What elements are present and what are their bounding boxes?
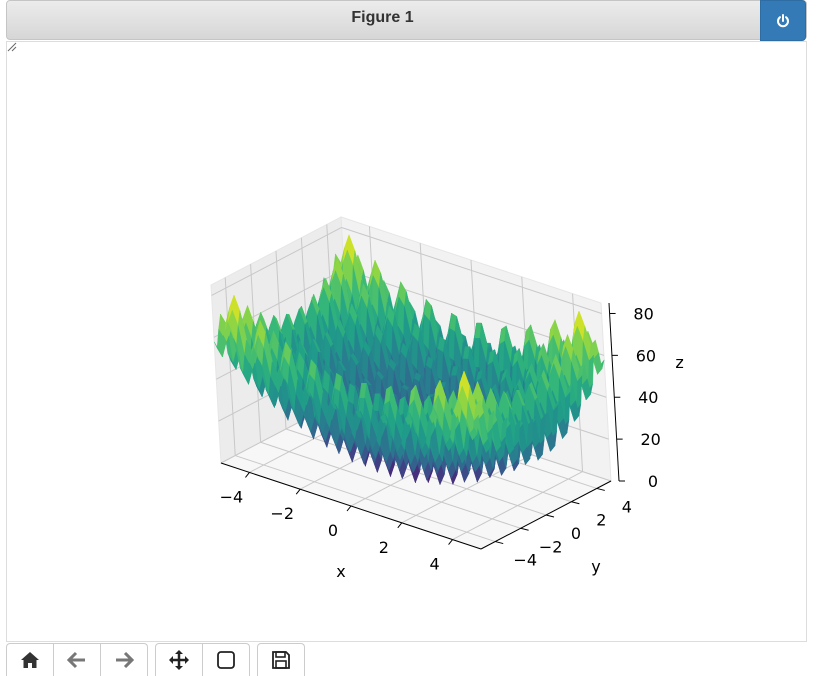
home-icon — [21, 652, 39, 668]
move-icon — [169, 650, 189, 670]
figure-titlebar: Figure 1 — [6, 0, 807, 41]
figure-canvas[interactable]: −4 −4 −2 −2 0 0 2 2 4 4 0 20 40 60 80 x y z — [6, 41, 807, 642]
surface-plot: −4−4−2−20 02244020406080x yz — [210, 216, 684, 581]
x-tick-mark — [245, 472, 250, 478]
save-icon — [272, 651, 290, 669]
file-group — [257, 643, 305, 676]
x-tick-mark — [448, 539, 453, 545]
zoom-rect-icon — [217, 651, 235, 669]
x-tick-label: 0 — [328, 521, 338, 540]
y-tick-mark — [495, 541, 504, 545]
home-button[interactable] — [6, 643, 54, 676]
history-group — [6, 643, 148, 676]
x-tick-mark — [295, 488, 301, 495]
y-tick-label: 2 — [596, 511, 606, 530]
x-tick-mark — [397, 522, 403, 529]
z-tick-label: 0 — [648, 472, 658, 491]
z-tick-label: 80 — [633, 304, 653, 323]
tools-group — [155, 643, 250, 676]
x-tick-mark — [346, 505, 352, 512]
y-tick-mark — [596, 487, 605, 491]
y-axis-label: y — [591, 557, 600, 576]
y-tick-mark — [520, 527, 529, 531]
z-tick-label: 20 — [640, 430, 660, 449]
z-axis-label: z — [675, 353, 683, 372]
power-icon — [777, 13, 789, 27]
x-axis-label: x — [336, 562, 345, 581]
x-tick-label: −4 — [220, 487, 244, 506]
z-tick-label: 60 — [636, 346, 656, 365]
y-tick-label: −2 — [539, 537, 563, 556]
save-button[interactable] — [257, 643, 305, 676]
y-tick-label: −4 — [513, 551, 537, 570]
arrow-right-icon — [116, 651, 134, 669]
arrow-left-icon — [67, 651, 85, 669]
x-tick-label: 2 — [379, 538, 389, 557]
y-tick-mark — [545, 514, 555, 518]
z-tick-label: 40 — [638, 388, 658, 407]
x-tick-label: −2 — [270, 504, 294, 523]
x-tick-label: 4 — [429, 555, 439, 574]
z-axis-line — [608, 302, 620, 482]
y-tick-label: 0 — [571, 524, 581, 543]
forward-button[interactable] — [100, 643, 148, 676]
pan-button[interactable] — [155, 643, 203, 676]
navigation-toolbar — [6, 643, 312, 676]
y-tick-label: 4 — [622, 497, 632, 516]
back-button[interactable] — [53, 643, 101, 676]
y-tick-mark — [571, 501, 580, 505]
zoom-button[interactable] — [202, 643, 250, 676]
figure-title: Figure 1 — [351, 9, 414, 26]
close-figure-button[interactable] — [760, 0, 806, 41]
resize-handle[interactable] — [7, 42, 17, 52]
